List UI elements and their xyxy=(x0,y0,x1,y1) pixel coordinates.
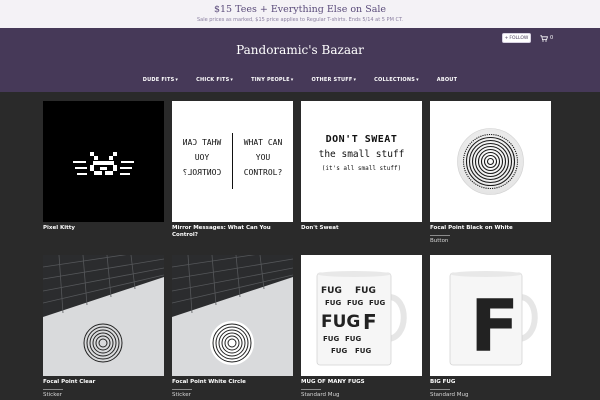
dont-sweat-line: the small stuff xyxy=(318,149,405,160)
product-title[interactable]: Focal Point Clear xyxy=(43,379,164,386)
main-nav: DUDE FITS ▾ CHICK FITS ▾ TINY PEOPLE ▾ OTHE… xyxy=(0,77,600,83)
nav-item-about[interactable]: ABOUT xyxy=(437,77,457,83)
mirror-line: CONTROL? xyxy=(182,168,222,177)
nav-item-collections[interactable]: COLLECTIONS ▾ xyxy=(374,77,419,83)
mug-art: F xyxy=(449,271,538,368)
big-fug-letter: F xyxy=(470,284,519,368)
product-image[interactable] xyxy=(43,255,164,376)
nav-item-chick-fits[interactable]: CHICK FITS ▾ xyxy=(196,77,233,83)
cart-count: 0 xyxy=(550,35,554,41)
product-image[interactable]: WHAT CAN YOU CONTROL? WHAT CAN YOU CONTR… xyxy=(172,101,293,222)
product-card-pixel-kitty[interactable]: Pixel Kitty xyxy=(43,101,164,232)
promo-title[interactable]: $15 Tees + Everything Else on Sale xyxy=(0,0,600,15)
product-title[interactable]: Mirror Messages: What Can You Control? xyxy=(172,225,293,239)
product-image[interactable]: DON'T SWEAT the small stuff (it's all sm… xyxy=(301,101,422,222)
mirror-line: YOU xyxy=(194,153,210,162)
product-image[interactable]: FUG FUG FUG FUG FUG FUG F FUG FUG FUG FU… xyxy=(301,255,422,376)
pixel-kitty-art xyxy=(73,152,134,175)
laptop-sticker-art xyxy=(172,255,293,376)
product-card-mug-of-many-fugs[interactable]: FUG FUG FUG FUG FUG FUG F FUG FUG FUG FU… xyxy=(301,255,422,399)
product-title[interactable]: Focal Point White Circle xyxy=(172,379,293,386)
promo-banner[interactable]: $15 Tees + Everything Else on Sale Sale … xyxy=(0,0,600,28)
nav-label: DUDE FITS xyxy=(142,77,175,83)
product-image[interactable] xyxy=(172,255,293,376)
product-card-focal-point-button[interactable]: Focal Point Black on White Button xyxy=(430,101,551,245)
mug-word: FUG xyxy=(355,286,376,296)
follow-label: FOLLOW xyxy=(509,35,529,41)
mirror-line: CONTROL? xyxy=(243,168,283,177)
store-header: + FOLLOW 0 Pandoramic's Bazaar DUDE FITS… xyxy=(0,28,600,92)
mug-word: FUG xyxy=(369,299,385,307)
mug-word: FUG xyxy=(323,335,339,343)
mirror-line: WHAT CAN xyxy=(243,138,283,147)
product-card-big-fug[interactable]: F BIG FUG Standard Mug xyxy=(430,255,551,399)
product-title[interactable]: Don't Sweat xyxy=(301,225,422,232)
divider xyxy=(430,389,450,390)
store-title[interactable]: Pandoramic's Bazaar xyxy=(0,43,600,57)
product-card-mirror-messages[interactable]: WHAT CAN YOU CONTROL? WHAT CAN YOU CONTR… xyxy=(172,101,293,239)
product-card-focal-point-white-circle[interactable]: Focal Point White Circle Sticker xyxy=(172,255,293,399)
follow-button[interactable]: + FOLLOW xyxy=(502,33,531,43)
product-title[interactable]: MUG OF MANY FUGS xyxy=(301,379,422,386)
mug-word: FUG xyxy=(331,347,347,355)
chevron-down-icon: ▾ xyxy=(175,77,179,83)
dont-sweat-art: DON'T SWEAT the small stuff (it's all sm… xyxy=(301,133,422,175)
nav-label: CHICK FITS xyxy=(196,77,230,83)
mug-word: FUG xyxy=(321,286,342,296)
chevron-down-icon: ▾ xyxy=(290,77,294,83)
chevron-down-icon: ▾ xyxy=(416,77,419,83)
mirror-art: WHAT CAN YOU CONTROL? WHAT CAN YOU CONTR… xyxy=(172,101,293,222)
divider xyxy=(430,235,450,236)
mug-word: FUG xyxy=(325,299,341,307)
product-type: Button xyxy=(430,238,449,244)
product-type: Sticker xyxy=(172,392,191,398)
mirror-line: YOU xyxy=(255,153,271,162)
dont-sweat-line: (it's all small stuff) xyxy=(321,165,402,172)
product-type: Standard Mug xyxy=(301,392,340,398)
mug-word: FUG xyxy=(345,335,361,343)
nav-label: COLLECTIONS xyxy=(374,77,416,83)
mug-word: FUG xyxy=(321,312,360,332)
nav-label: TINY PEOPLE xyxy=(251,77,290,83)
product-image[interactable] xyxy=(430,101,551,222)
product-title[interactable]: Focal Point Black on White xyxy=(430,225,551,232)
chevron-down-icon: ▾ xyxy=(353,77,357,83)
cart-button[interactable]: 0 xyxy=(540,34,553,42)
chevron-down-icon: ▾ xyxy=(230,77,234,83)
product-title[interactable]: Pixel Kitty xyxy=(43,225,164,232)
divider xyxy=(43,389,63,390)
divider xyxy=(172,389,192,390)
product-title[interactable]: BIG FUG xyxy=(430,379,551,386)
nav-item-other-stuff[interactable]: OTHER STUFF ▾ xyxy=(311,77,356,83)
product-type: Sticker xyxy=(43,392,62,398)
dont-sweat-line: DON'T SWEAT xyxy=(325,134,398,145)
product-card-dont-sweat[interactable]: DON'T SWEAT the small stuff (it's all sm… xyxy=(301,101,422,232)
mirror-text-reversed: WHAT CAN YOU CONTROL? xyxy=(172,135,232,180)
nav-label: OTHER STUFF xyxy=(311,77,353,83)
cart-icon xyxy=(540,34,548,42)
nav-item-tiny-people[interactable]: TINY PEOPLE ▾ xyxy=(251,77,293,83)
plus-icon: + xyxy=(504,35,509,41)
product-image[interactable] xyxy=(43,101,164,222)
divider xyxy=(301,389,321,390)
product-type: Standard Mug xyxy=(430,392,469,398)
mug-word: FUG xyxy=(355,347,371,355)
product-image[interactable]: F xyxy=(430,255,551,376)
nav-label: ABOUT xyxy=(436,77,458,83)
laptop-sticker-art xyxy=(43,255,164,376)
nav-item-dude-fits[interactable]: DUDE FITS ▾ xyxy=(143,77,178,83)
mirror-text: WHAT CAN YOU CONTROL? xyxy=(233,135,293,180)
focal-point-button-art xyxy=(457,128,524,195)
mirror-line: WHAT CAN xyxy=(182,138,222,147)
mug-word: FUG xyxy=(347,299,363,307)
product-card-focal-point-clear[interactable]: Focal Point Clear Sticker xyxy=(43,255,164,399)
promo-subtitle: Sale prices as marked, $15 price applies… xyxy=(196,17,404,23)
mug-art: FUG FUG FUG FUG FUG FUG F FUG FUG FUG FU… xyxy=(316,271,407,366)
mug-word: F xyxy=(363,310,377,334)
